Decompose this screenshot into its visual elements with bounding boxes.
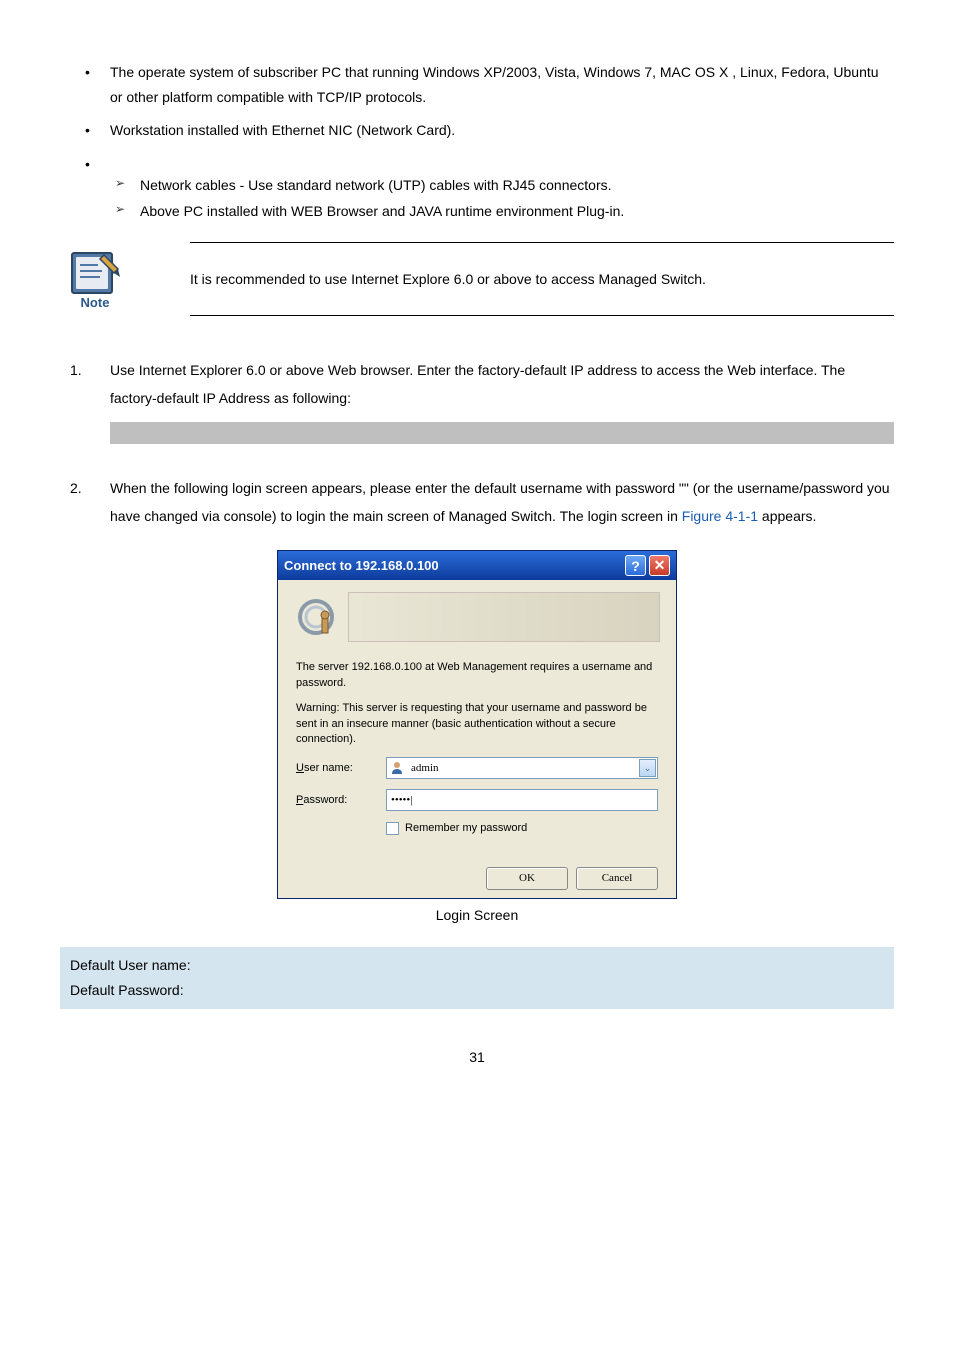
arrow-list: Network cables - Use standard network (U… — [60, 174, 894, 223]
bullet-item: Workstation installed with Ethernet NIC … — [85, 118, 894, 143]
figure-caption: Login Screen — [60, 907, 894, 923]
remember-checkbox[interactable] — [386, 822, 399, 835]
cancel-button[interactable]: Cancel — [576, 867, 658, 890]
dropdown-arrow-icon[interactable]: ⌄ — [639, 759, 656, 777]
bullet-item-empty — [85, 152, 894, 166]
default-username-line: Default User name: — [70, 953, 884, 978]
close-button[interactable]: ✕ — [649, 555, 670, 576]
user-icon — [389, 760, 405, 776]
bullet-item: The operate system of subscriber PC that… — [85, 60, 894, 110]
arrow-item: Network cables - Use standard network (U… — [115, 174, 894, 196]
password-label: Password: — [296, 793, 386, 808]
bullet-list: The operate system of subscriber PC that… — [60, 60, 894, 166]
figure-reference: Figure 4-1-1 — [682, 508, 758, 524]
dialog-message-1: The server 192.168.0.100 at Web Manageme… — [296, 660, 658, 691]
numbered-steps: 1. Use Internet Explorer 6.0 or above We… — [60, 356, 894, 444]
username-label: User name: — [296, 761, 386, 776]
notepad-icon — [68, 249, 123, 297]
note-text: It is recommended to use Internet Explor… — [190, 242, 894, 316]
defaults-box: Default User name: Default Password: — [60, 947, 894, 1009]
arrow-item: Above PC installed with WEB Browser and … — [115, 200, 894, 222]
page-number: 31 — [60, 1049, 894, 1065]
password-input[interactable]: •••••| — [386, 789, 658, 811]
login-dialog: Connect to 192.168.0.100 ? ✕ The server … — [277, 550, 677, 898]
username-input[interactable]: admin — [386, 757, 658, 779]
help-button[interactable]: ? — [625, 555, 646, 576]
keyring-icon — [294, 595, 338, 639]
note-label: Note — [81, 295, 110, 310]
dialog-message-2: Warning: This server is requesting that … — [296, 701, 658, 747]
step-1: 1. Use Internet Explorer 6.0 or above We… — [70, 356, 894, 444]
dialog-header-graphic — [278, 580, 676, 650]
dialog-titlebar: Connect to 192.168.0.100 ? ✕ — [278, 551, 676, 580]
remember-label: Remember my password — [405, 821, 527, 836]
ok-button[interactable]: OK — [486, 867, 568, 890]
dialog-body: The server 192.168.0.100 at Web Manageme… — [278, 650, 676, 852]
step-2: 2. When the following login screen appea… — [70, 474, 894, 530]
note-icon: Note — [60, 244, 130, 314]
ip-address-bar — [110, 422, 894, 444]
default-password-line: Default Password: — [70, 978, 884, 1003]
numbered-steps-2: 2. When the following login screen appea… — [60, 474, 894, 530]
note-block: Note It is recommended to use Internet E… — [60, 242, 894, 316]
dialog-title: Connect to 192.168.0.100 — [284, 558, 439, 573]
